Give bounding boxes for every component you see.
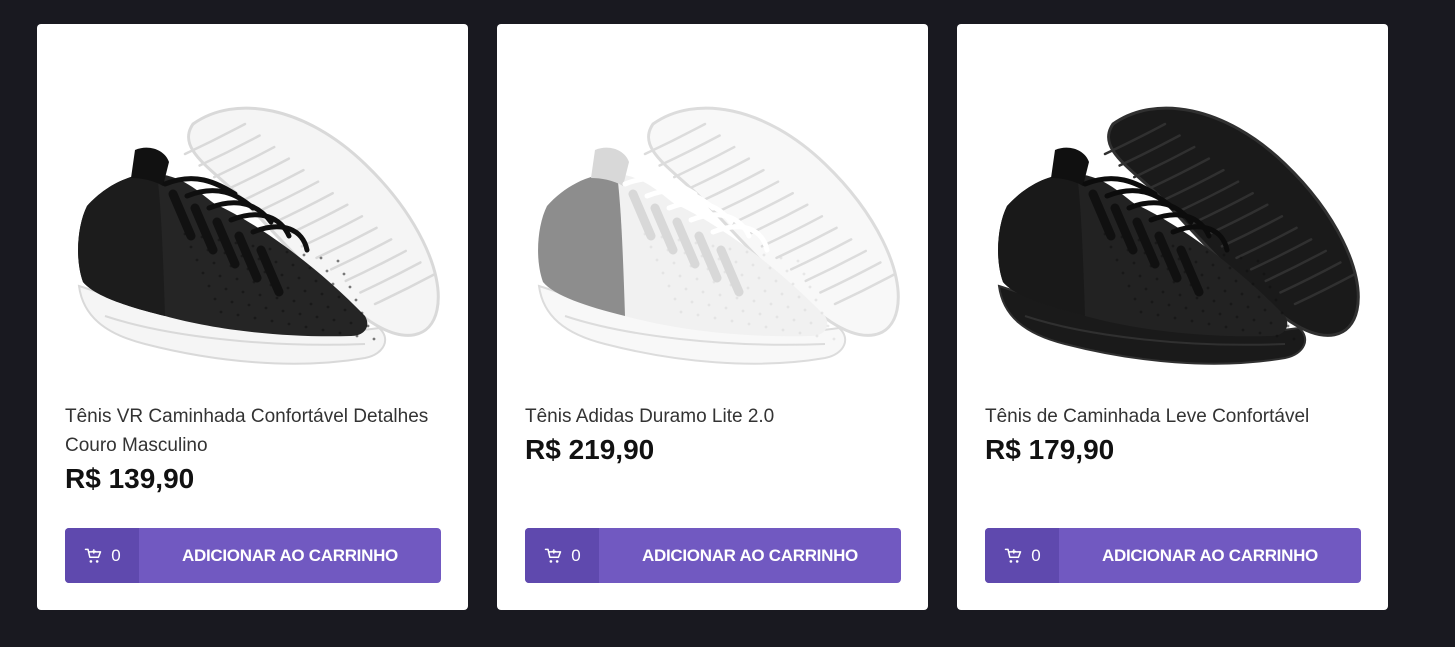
add-to-cart-button[interactable]: 0 ADICIONAR AO CARRINHO	[985, 528, 1361, 583]
add-shopping-cart-icon	[85, 548, 102, 563]
add-to-cart-label: ADICIONAR AO CARRINHO	[1102, 545, 1318, 565]
cart-count: 0	[111, 545, 121, 565]
product-title: Tênis de Caminhada Leve Confortável	[985, 406, 1310, 427]
white-grey-sneaker-image	[537, 106, 900, 365]
add-to-cart-label: ADICIONAR AO CARRINHO	[182, 545, 398, 565]
black-white-sneaker-image	[77, 106, 440, 365]
cart-count-box: 0	[985, 528, 1059, 583]
add-shopping-cart-icon	[545, 548, 562, 563]
product-price: R$ 179,90	[985, 434, 1115, 465]
add-to-cart-label: ADICIONAR AO CARRINHO	[642, 545, 858, 565]
product-image	[65, 54, 441, 394]
add-to-cart-button[interactable]: 0 ADICIONAR AO CARRINHO	[65, 528, 441, 583]
product-image	[525, 54, 901, 394]
product-price: R$ 219,90	[525, 434, 655, 465]
cart-count-box: 0	[525, 528, 599, 583]
product-card: Tênis VR Caminhada Confortável Detalhes …	[37, 24, 468, 610]
add-shopping-cart-icon	[1005, 548, 1022, 563]
all-black-sneaker-image	[997, 106, 1360, 365]
cart-count-box: 0	[65, 528, 139, 583]
product-price: R$ 139,90	[65, 463, 195, 494]
product-list: Tênis VR Caminhada Confortável Detalhes …	[37, 24, 1388, 610]
product-card: Tênis de Caminhada Leve Confortável R$ 1…	[957, 24, 1388, 610]
product-image	[985, 54, 1361, 394]
product-title: Tênis VR Caminhada Confortável Detalhes …	[65, 406, 429, 456]
cart-count: 0	[571, 545, 581, 565]
product-title: Tênis Adidas Duramo Lite 2.0	[525, 406, 775, 427]
add-to-cart-button[interactable]: 0 ADICIONAR AO CARRINHO	[525, 528, 901, 583]
cart-count: 0	[1031, 545, 1041, 565]
product-card: Tênis Adidas Duramo Lite 2.0 R$ 219,90 0…	[497, 24, 928, 610]
